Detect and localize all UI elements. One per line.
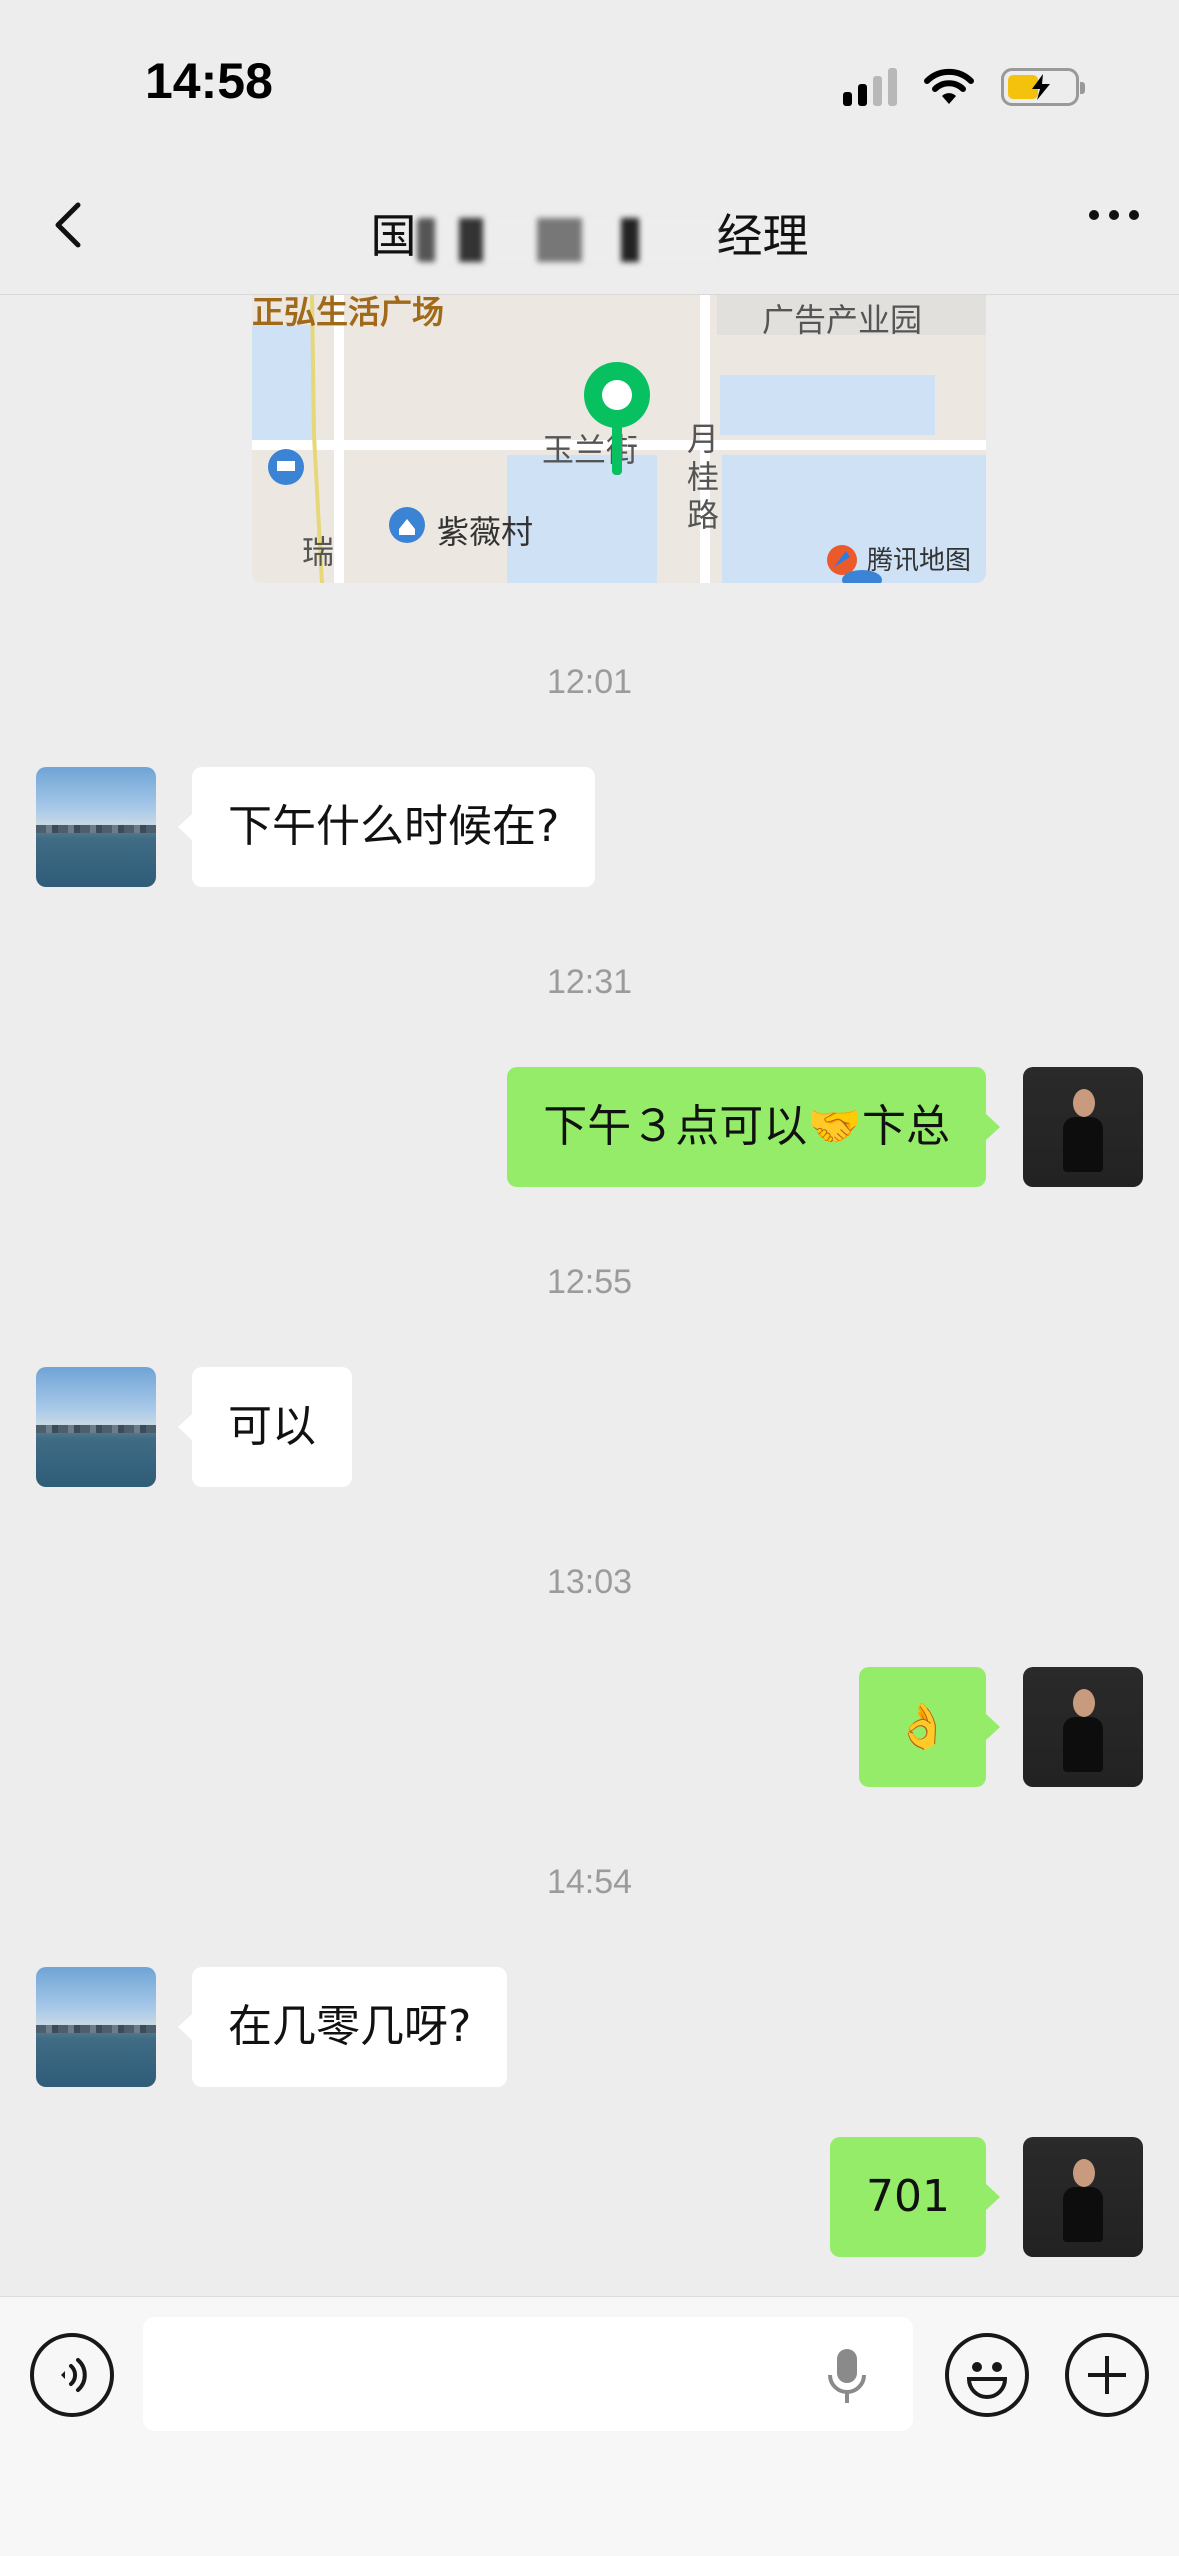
chat-title: 国 经理 bbox=[0, 200, 1179, 266]
self-avatar[interactable] bbox=[1023, 1667, 1143, 1787]
map-label-rui: 瑞 bbox=[302, 533, 335, 571]
message-bubble-received[interactable]: 下午什么时候在? bbox=[177, 767, 596, 887]
map-label-ziwei-village: 紫薇村 bbox=[437, 513, 534, 551]
self-avatar[interactable] bbox=[1023, 2137, 1143, 2257]
timestamp: 12:01 bbox=[546, 663, 633, 701]
emoji-icon[interactable] bbox=[945, 2333, 1029, 2417]
map-label-yuegui-road: 月桂路 bbox=[687, 420, 720, 534]
cellular-signal-icon bbox=[843, 68, 897, 106]
map-label-ad-park: 广告产业园 bbox=[762, 301, 923, 339]
status-time: 14:58 bbox=[145, 53, 273, 109]
chat-title-suffix: 经理 bbox=[716, 209, 809, 263]
message-bubble-sent[interactable]: 下午３点可以🤝卞总 bbox=[507, 1067, 1000, 1187]
map-provider-label: 腾讯地图 bbox=[867, 546, 972, 576]
timestamp: 13:03 bbox=[546, 1563, 633, 1601]
voice-icon[interactable] bbox=[30, 2333, 114, 2417]
contact-avatar[interactable] bbox=[36, 1367, 156, 1487]
wifi-icon bbox=[924, 68, 974, 104]
timestamp: 12:31 bbox=[546, 963, 633, 1001]
contact-avatar[interactable] bbox=[36, 1967, 156, 2087]
input-bar bbox=[0, 2296, 1179, 2556]
map-pin-icon bbox=[584, 362, 650, 475]
more-icon[interactable] bbox=[1089, 210, 1139, 220]
contact-avatar[interactable] bbox=[36, 767, 156, 887]
plus-icon[interactable] bbox=[1065, 2333, 1149, 2417]
message-bubble-sent[interactable]: 👌 bbox=[859, 1667, 1000, 1787]
timestamp: 14:54 bbox=[546, 1863, 633, 1901]
self-avatar[interactable] bbox=[1023, 1067, 1143, 1187]
nav-bar: 国 经理 bbox=[0, 160, 1179, 295]
timestamp: 12:55 bbox=[546, 1263, 633, 1301]
message-bubble-received[interactable]: 在几零几呀? bbox=[177, 1967, 508, 2087]
status-icons bbox=[843, 62, 1085, 112]
map-label-plaza: 正弘生活广场 bbox=[252, 295, 445, 331]
battery-icon bbox=[1001, 68, 1085, 106]
message-input[interactable] bbox=[143, 2317, 913, 2431]
message-bubble-received[interactable]: 可以 bbox=[178, 1367, 352, 1487]
status-bar: 14:58 bbox=[0, 0, 1179, 160]
chat-title-prefix: 国 bbox=[370, 209, 417, 263]
redacted-name bbox=[416, 217, 717, 262]
message-bubble-sent[interactable]: 701 bbox=[830, 2137, 1000, 2257]
mic-icon[interactable] bbox=[825, 2347, 869, 2407]
location-map-card[interactable]: 正弘生活广场 广告产业园 玉兰街 月桂路 紫薇村 瑞 腾讯地图 bbox=[252, 295, 986, 583]
